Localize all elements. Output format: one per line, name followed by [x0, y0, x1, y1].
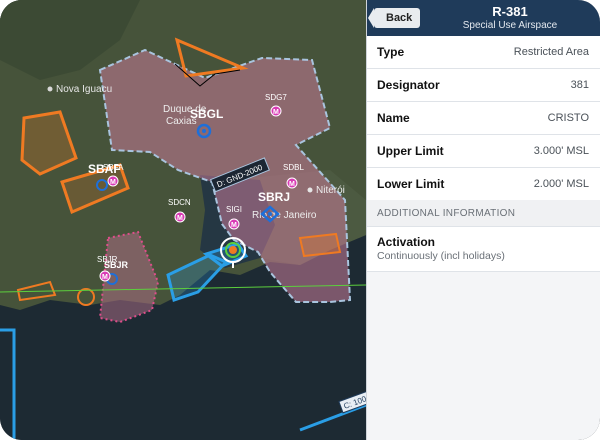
- panel-title: R-381: [492, 4, 528, 19]
- info-value: 2.000' MSL: [533, 178, 589, 190]
- info-value: CRISTO: [547, 112, 589, 124]
- point-label-sdg7: SDG7: [265, 93, 287, 102]
- marker-letter: M: [177, 215, 183, 222]
- orange-area-east[interactable]: [298, 232, 342, 258]
- info-row-upper-limit: Upper Limit 3.000' MSL: [367, 135, 600, 168]
- point-label-sdcn: SDCN: [168, 198, 191, 207]
- info-key: Type: [377, 45, 405, 59]
- section-header-label: ADDITIONAL INFORMATION: [377, 208, 516, 219]
- place-dot-nova-iguacu: [47, 86, 53, 92]
- marker-letter: M: [102, 274, 108, 281]
- map-view[interactable]: Nova Iguacu Duque de Caxias Niterói Rio …: [0, 0, 366, 440]
- info-key: Lower Limit: [377, 177, 445, 191]
- info-row-name: Name CRISTO: [367, 102, 600, 135]
- section-header-additional-info: ADDITIONAL INFORMATION: [367, 200, 600, 227]
- activation-key: Activation: [377, 235, 436, 249]
- place-label-nova-iguacu: Nova Iguacu: [56, 84, 112, 95]
- marker-letter: M: [289, 181, 295, 188]
- info-key: Upper Limit: [377, 144, 444, 158]
- info-value: 3.000' MSL: [533, 145, 589, 157]
- activation-value: Continuously (incl holidays): [377, 250, 505, 262]
- app-frame: Nova Iguacu Duque de Caxias Niterói Rio …: [0, 0, 600, 440]
- point-label-sbjr: SBJR: [97, 255, 118, 264]
- panel-subtitle: Special Use Airspace: [462, 20, 558, 31]
- marker-letter: M: [231, 222, 237, 229]
- airport-label-sbgl: SBGL: [190, 107, 223, 121]
- map-canvas[interactable]: Nova Iguacu Duque de Caxias Niterói Rio …: [0, 0, 366, 440]
- airspace-info-panel: Back R-381 Special Use Airspace Type Res…: [366, 0, 600, 440]
- place-label-niteroi: Niterói: [316, 185, 345, 196]
- info-key: Designator: [377, 78, 440, 92]
- point-label-sigi: SIGI: [226, 205, 242, 214]
- point-label-sbfa: SBFA: [103, 163, 124, 172]
- info-row-designator: Designator 381: [367, 69, 600, 102]
- info-row-type: Type Restricted Area: [367, 36, 600, 69]
- info-list: Type Restricted Area Designator 381 Name…: [367, 36, 600, 201]
- place-dot-niteroi: [307, 187, 313, 193]
- panel-header: Back R-381 Special Use Airspace: [367, 0, 600, 36]
- back-button[interactable]: Back: [367, 8, 421, 28]
- info-row-lower-limit: Lower Limit 2.000' MSL: [367, 168, 600, 201]
- info-value: 381: [570, 79, 589, 91]
- info-key: Name: [377, 111, 410, 125]
- marker-letter: M: [110, 179, 116, 186]
- marker-letter: M: [273, 109, 279, 116]
- airport-label-sbrj: SBRJ: [258, 190, 290, 204]
- info-row-activation: Activation Continuously (incl holidays): [367, 227, 600, 272]
- point-label-sdbl: SDBL: [283, 163, 304, 172]
- info-value: Restricted Area: [513, 46, 589, 58]
- place-label-rio: Rio de Janeiro: [252, 210, 317, 221]
